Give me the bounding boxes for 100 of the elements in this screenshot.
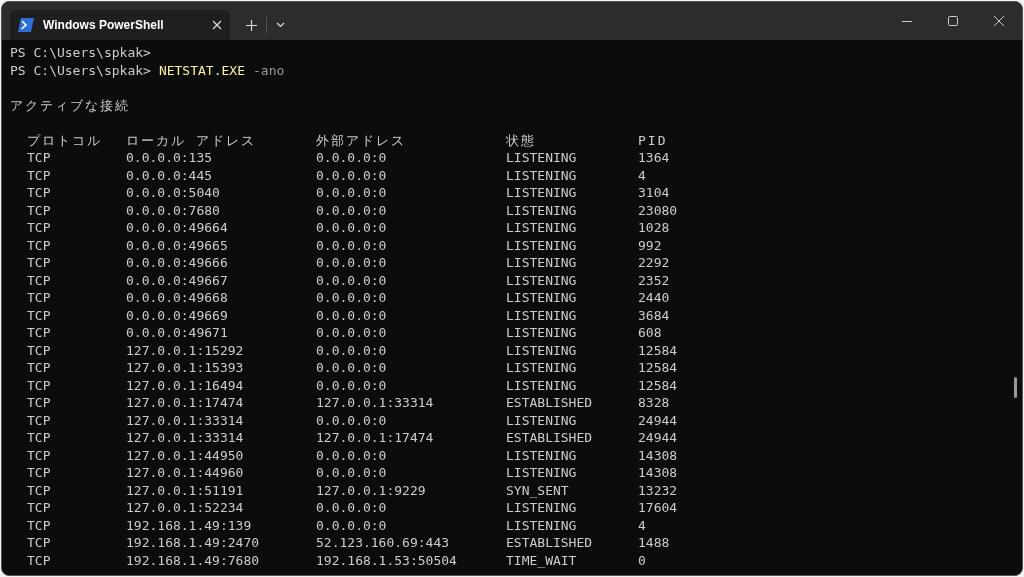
table-cell-text: 192.168.1.49:7680 [126, 551, 261, 569]
table-cell-text: TCP [27, 411, 52, 429]
table-cell-text: TCP [27, 341, 52, 359]
table-cell-text: 127.0.0.1:17474 [316, 429, 435, 447]
table-cell-text: 0.0.0.0:49671 [126, 324, 229, 342]
table-cell-text: 0.0.0.0:0 [316, 184, 388, 202]
table-cell-text: 127.0.0.1:51191 [126, 481, 245, 499]
table-cell-text: 192.168.1.53:50504 [316, 551, 458, 569]
table-cell-text: 2440 [638, 289, 671, 307]
table-cell-text: 14308 [638, 464, 679, 482]
table-cell-text: LISTENING [506, 271, 578, 289]
table-cell-text: 127.0.0.1:33314 [316, 394, 435, 412]
maximize-icon [948, 16, 958, 26]
table-cell-text: LISTENING [506, 376, 578, 394]
table-cell-text: LISTENING [506, 464, 578, 482]
table-cell-text: TCP [27, 446, 52, 464]
table-cell-text: LISTENING [506, 236, 578, 254]
table-cell-text: 0.0.0.0:0 [316, 324, 388, 342]
table-cell-text: 127.0.0.1:16494 [126, 376, 245, 394]
table-cell-text: 0.0.0.0:0 [316, 446, 388, 464]
table-cell-text: 0.0.0.0:0 [316, 411, 388, 429]
table-cell-text: 0.0.0.0:0 [316, 201, 388, 219]
table-cell-text: 127.0.0.1:33314 [126, 429, 245, 447]
table-cell-text: TCP [27, 464, 52, 482]
table-cell-text: 0.0.0.0:0 [316, 306, 388, 324]
table-cell-text: TCP [27, 481, 52, 499]
column-header: 外部アドレス [316, 131, 407, 149]
table-cell-text: 0.0.0.0:445 [126, 166, 214, 184]
table-cell-text: 2352 [638, 271, 671, 289]
close-icon[interactable] [212, 20, 222, 30]
table-cell-text: 0.0.0.0:0 [316, 464, 388, 482]
table-cell-text: 24944 [638, 411, 679, 429]
table-cell-text: LISTENING [506, 184, 578, 202]
table-cell-text: 8328 [638, 394, 671, 412]
table-cell-text: 0.0.0.0:0 [316, 166, 388, 184]
table-cell-text: 4 [638, 516, 647, 534]
table-cell-text: 127.0.0.1:15292 [126, 341, 245, 359]
table-cell-text: TCP [27, 254, 52, 272]
column-header: PID [638, 131, 669, 149]
table-cell-text: 127.0.0.1:17474 [126, 394, 245, 412]
table-cell-text: 0.0.0.0:0 [316, 359, 388, 377]
table-cell-text: 192.168.1.49:139 [126, 516, 253, 534]
table-cell-text: 127.0.0.1:9229 [316, 481, 427, 499]
table-cell-text: 23080 [638, 201, 679, 219]
table-cell-text: LISTENING [506, 201, 578, 219]
table-cell-text: TCP [27, 551, 52, 569]
plus-icon [245, 19, 257, 31]
table-cell-text: TCP [27, 534, 52, 552]
table-cell-text: 0.0.0.0:0 [316, 499, 388, 517]
column-header: ローカル アドレス [126, 131, 257, 149]
table-cell-text: LISTENING [506, 166, 578, 184]
table-cell-text: LISTENING [506, 446, 578, 464]
table-cell-text: 0.0.0.0:0 [316, 219, 388, 237]
table-cell-text: 0.0.0.0:7680 [126, 201, 221, 219]
table-cell-text: 608 [638, 324, 663, 342]
table-cell-text: 0.0.0.0:49665 [126, 236, 229, 254]
terminal-tab[interactable]: Windows PowerShell [10, 10, 230, 40]
scrollbar-thumb[interactable] [1014, 377, 1017, 398]
command-args: -ano [253, 61, 285, 79]
table-cell-text: 127.0.0.1:52234 [126, 499, 245, 517]
table-cell-text: TCP [27, 359, 52, 377]
tab-title: Windows PowerShell [43, 18, 165, 32]
table-cell-text: 0 [638, 551, 647, 569]
table-cell-text: TCP [27, 289, 52, 307]
table-cell-text: ESTABLISHED [506, 429, 594, 447]
table-cell-text: TCP [27, 324, 52, 342]
table-cell-text: 0.0.0.0:49669 [126, 306, 229, 324]
command-text: NETSTAT.EXE [158, 61, 245, 79]
table-cell-text: 0.0.0.0:0 [316, 341, 388, 359]
table-cell-text: 12584 [638, 376, 679, 394]
table-cell-text: 127.0.0.1:33314 [126, 411, 245, 429]
table-cell-text: LISTENING [506, 516, 578, 534]
minimize-icon [902, 20, 912, 22]
table-cell-text: 17604 [638, 499, 679, 517]
table-cell-text: 2292 [638, 254, 671, 272]
table-cell-text: TIME_WAIT [506, 551, 578, 569]
table-cell-text: 127.0.0.1:44950 [126, 446, 245, 464]
table-cell-text: 1488 [638, 534, 671, 552]
table-cell-text: SYN_SENT [506, 481, 570, 499]
table-cell-text: 24944 [638, 429, 679, 447]
table-cell-text: 0.0.0.0:0 [316, 376, 388, 394]
table-cell-text: 0.0.0.0:49666 [126, 254, 229, 272]
table-cell-text: 127.0.0.1:15393 [126, 359, 245, 377]
table-cell-text: LISTENING [506, 306, 578, 324]
table-cell-text: TCP [27, 429, 52, 447]
prompt-text: PS C:\Users\spkak> [10, 44, 151, 62]
table-cell-text: 1364 [638, 149, 671, 167]
table-cell-text: 4 [638, 166, 647, 184]
table-cell-text: TCP [27, 516, 52, 534]
prompt-text: PS C:\Users\spkak> [10, 61, 151, 79]
table-cell-text: 0.0.0.0:0 [316, 271, 388, 289]
table-cell-text: 0.0.0.0:49667 [126, 271, 229, 289]
table-cell-text: TCP [27, 219, 52, 237]
table-cell-text: LISTENING [506, 411, 578, 429]
table-cell-text: LISTENING [506, 289, 578, 307]
table-cell-text: 127.0.0.1:44960 [126, 464, 245, 482]
table-cell-text: TCP [27, 376, 52, 394]
column-header: 状態 [506, 131, 537, 149]
table-cell-text: TCP [27, 306, 52, 324]
table-cell-text: LISTENING [506, 324, 578, 342]
